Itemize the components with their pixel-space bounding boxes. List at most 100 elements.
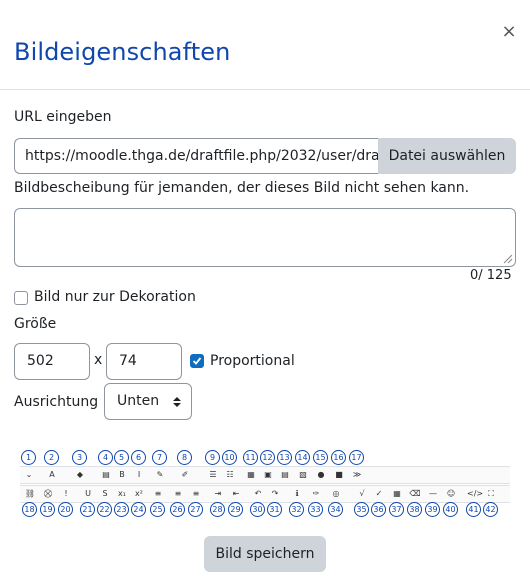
toolbar-tool-icon[interactable]: S <box>98 487 112 501</box>
toolbar-tool-icon[interactable]: ℹ <box>290 487 304 501</box>
toolbar-tool-icon[interactable]: B <box>115 468 129 482</box>
toolbar-tool-icon[interactable]: ⛶ <box>484 487 498 501</box>
toolbar-number-badge: 26 <box>170 502 185 517</box>
toolbar-tool-icon[interactable]: ⌄ <box>22 468 36 482</box>
height-input[interactable]: 74 <box>106 343 182 380</box>
toolbar-tool-icon[interactable]: ⛓ <box>23 487 37 501</box>
toolbar-number-badge: 3 <box>72 450 87 465</box>
toolbar-tool-icon[interactable]: ▣ <box>261 468 275 482</box>
select-arrows-icon <box>173 397 181 407</box>
toolbar-number-badge: 13 <box>277 450 292 465</box>
size-separator: x <box>94 352 103 368</box>
proportional-label: Proportional <box>210 353 295 369</box>
toolbar-number-badge: 25 <box>150 502 165 517</box>
toolbar-tool-icon[interactable]: ▤ <box>99 468 113 482</box>
toolbar-tool-icon[interactable]: ■ <box>332 468 346 482</box>
dialog-title: Bildeigenschaften <box>14 38 231 66</box>
toolbar-tool-icon[interactable]: ⛒ <box>41 487 55 501</box>
toolbar-tool-icon[interactable]: — <box>426 487 440 501</box>
toolbar-number-badge: 30 <box>250 502 265 517</box>
toolbar-tool-icon[interactable]: ◆ <box>73 468 87 482</box>
toolbar-number-badge: 34 <box>328 502 343 517</box>
toolbar-tool-icon[interactable]: ☰ <box>206 468 220 482</box>
width-input[interactable]: 502 <box>14 343 90 380</box>
toolbar-tool-icon[interactable]: </> <box>467 487 483 501</box>
editor-toolbar-row-2: ⛓ ⛒! U Sx₁ x² ≡ ≡ ≡ ⇥ ⇤ ↶ ↷ ℹ ✑ ◎ √ ✓ ▦ ⌫ — ☺ </> ⛶ <box>20 485 510 503</box>
save-image-button[interactable]: Bild speichern <box>204 536 326 572</box>
toolbar-tool-icon[interactable]: ≡ <box>171 487 185 501</box>
toolbar-number-badge: 20 <box>58 502 73 517</box>
url-input-group: https://moodle.thga.de/draftfile.php/203… <box>14 138 516 174</box>
toolbar-tool-icon[interactable]: ▧ <box>296 468 310 482</box>
toolbar-number-badge: 8 <box>177 450 192 465</box>
toolbar-number-badge: 4 <box>98 450 113 465</box>
toolbar-tool-icon[interactable]: ▦ <box>390 487 404 501</box>
alignment-select[interactable]: Unten <box>104 383 192 420</box>
proportional-checkbox[interactable] <box>190 354 204 368</box>
toolbar-number-badge: 21 <box>80 502 95 517</box>
toolbar-number-badge: 37 <box>389 502 404 517</box>
toolbar-number-badge: 2 <box>44 450 59 465</box>
toolbar-tool-icon[interactable]: ▦ <box>244 468 258 482</box>
toolbar-tool-icon[interactable]: ⌫ <box>408 487 422 501</box>
toolbar-tool-icon[interactable]: ☺ <box>444 487 458 501</box>
toolbar-tool-icon[interactable]: ◎ <box>329 487 343 501</box>
toolbar-tool-icon[interactable]: ≡ <box>189 487 203 501</box>
toolbar-tool-icon[interactable]: ⇥ <box>211 487 225 501</box>
toolbar-number-badge: 7 <box>152 450 167 465</box>
toolbar-tool-icon[interactable]: ✎ <box>153 468 167 482</box>
toolbar-tool-icon[interactable]: ✐ <box>178 468 192 482</box>
toolbar-number-badge: 35 <box>354 502 369 517</box>
toolbar-tool-icon[interactable]: U <box>81 487 95 501</box>
toolbar-tool-icon[interactable]: ⇤ <box>229 487 243 501</box>
decorative-checkbox[interactable] <box>14 291 28 305</box>
browse-button[interactable]: Datei auswählen <box>378 138 516 174</box>
toolbar-tool-icon[interactable]: x₁ <box>115 487 129 501</box>
toolbar-tool-icon[interactable]: ● <box>314 468 328 482</box>
toolbar-tool-icon[interactable]: ✑ <box>309 487 323 501</box>
toolbar-number-badge: 16 <box>331 450 346 465</box>
toolbar-number-badge: 32 <box>289 502 304 517</box>
alt-label: Bildbescheibung für jemanden, der dieses… <box>14 180 470 196</box>
toolbar-tool-icon[interactable]: ↷ <box>268 487 282 501</box>
toolbar-number-badge: 11 <box>243 450 258 465</box>
toolbar-tool-icon[interactable]: ! <box>59 487 73 501</box>
toolbar-tool-icon[interactable]: I <box>132 468 146 482</box>
decorative-label: Bild nur zur Dekoration <box>34 289 196 305</box>
alt-textarea[interactable] <box>14 208 516 267</box>
toolbar-number-badge: 42 <box>483 502 498 517</box>
toolbar-tool-icon[interactable]: A <box>45 468 59 482</box>
toolbar-number-badge: 36 <box>371 502 386 517</box>
toolbar-number-badge: 24 <box>131 502 146 517</box>
toolbar-tool-icon[interactable]: x² <box>132 487 146 501</box>
toolbar-number-badge: 22 <box>97 502 112 517</box>
toolbar-tool-icon[interactable]: ≡ <box>151 487 165 501</box>
toolbar-number-badge: 17 <box>349 450 364 465</box>
toolbar-tool-icon[interactable]: ↶ <box>251 487 265 501</box>
resize-handle-icon[interactable] <box>501 252 513 264</box>
close-icon[interactable]: × <box>498 21 520 43</box>
toolbar-tool-icon[interactable]: ▤ <box>278 468 292 482</box>
toolbar-tool-icon[interactable]: ☷ <box>223 468 237 482</box>
size-label: Größe <box>14 316 57 332</box>
toolbar-number-badge: 40 <box>443 502 458 517</box>
toolbar-number-badge: 38 <box>407 502 422 517</box>
toolbar-number-badge: 29 <box>228 502 243 517</box>
toolbar-number-badge: 6 <box>131 450 146 465</box>
toolbar-number-badge: 1 <box>21 450 36 465</box>
dialog-header: Bildeigenschaften × <box>0 0 530 90</box>
toolbar-number-badge: 33 <box>308 502 323 517</box>
toolbar-number-badge: 5 <box>114 450 129 465</box>
url-input[interactable]: https://moodle.thga.de/draftfile.php/203… <box>14 138 378 174</box>
toolbar-tool-icon[interactable]: √ <box>355 487 369 501</box>
toolbar-number-badge: 18 <box>22 502 37 517</box>
toolbar-number-badge: 31 <box>267 502 282 517</box>
toolbar-tool-icon[interactable]: ✓ <box>372 487 386 501</box>
toolbar-number-badge: 19 <box>40 502 55 517</box>
toolbar-tool-icon[interactable]: ≫ <box>350 468 364 482</box>
alt-char-counter: 0/ 125 <box>470 268 512 283</box>
toolbar-number-badge: 27 <box>188 502 203 517</box>
toolbar-number-badge: 28 <box>210 502 225 517</box>
toolbar-number-badge: 39 <box>425 502 440 517</box>
toolbar-number-badge: 14 <box>295 450 310 465</box>
